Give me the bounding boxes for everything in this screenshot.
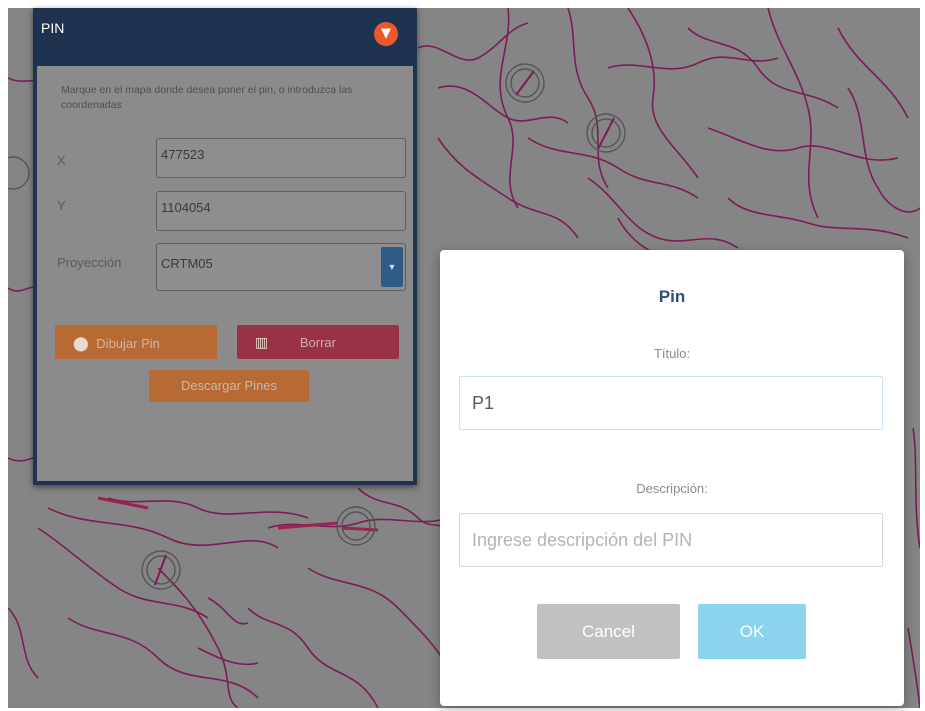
pin-instructions: Marque en el mapa donde desea poner el p… [61, 84, 353, 111]
y-coordinate-input[interactable]: 1104054 [156, 191, 406, 231]
pin-panel-header: PIN ▼ [37, 8, 413, 66]
description-field-label: Descripción: [636, 481, 708, 496]
draw-pin-button[interactable]: ⬤ Dibujar Pin [55, 325, 217, 359]
delete-label: Borrar [299, 335, 336, 350]
trash-icon: ▥ [255, 334, 269, 350]
pin-panel-title: PIN [41, 20, 65, 36]
x-label: X [57, 153, 66, 168]
projection-label: Proyección [57, 255, 122, 270]
title-input[interactable] [459, 376, 883, 430]
delete-button[interactable]: ▥ Borrar [237, 325, 399, 359]
pin-panel: PIN ▼ Marque en el mapa donde desea pone… [33, 8, 417, 485]
description-input[interactable] [459, 513, 883, 567]
cancel-button[interactable]: Cancel [537, 604, 680, 659]
x-coordinate-input[interactable]: 477523 [156, 138, 406, 178]
y-label: Y [57, 198, 66, 213]
chevron-down-icon[interactable]: ▼ [374, 22, 398, 46]
projection-value: CRTM05 [161, 256, 213, 271]
pin-modal: Pin Título: Descripción: Cancel OK [440, 250, 904, 706]
title-field-label: Título: [653, 346, 691, 361]
modal-title: Pin [658, 287, 686, 306]
map-marker-icon: ⬤ [73, 335, 89, 351]
ok-button[interactable]: OK [698, 604, 806, 659]
chevron-down-icon[interactable]: ▼ [381, 247, 403, 287]
download-pins-button[interactable]: Descargar Pines [149, 370, 309, 402]
draw-pin-label: Dibujar Pin [96, 336, 160, 351]
projection-select[interactable]: CRTM05 ▼ [156, 243, 406, 291]
